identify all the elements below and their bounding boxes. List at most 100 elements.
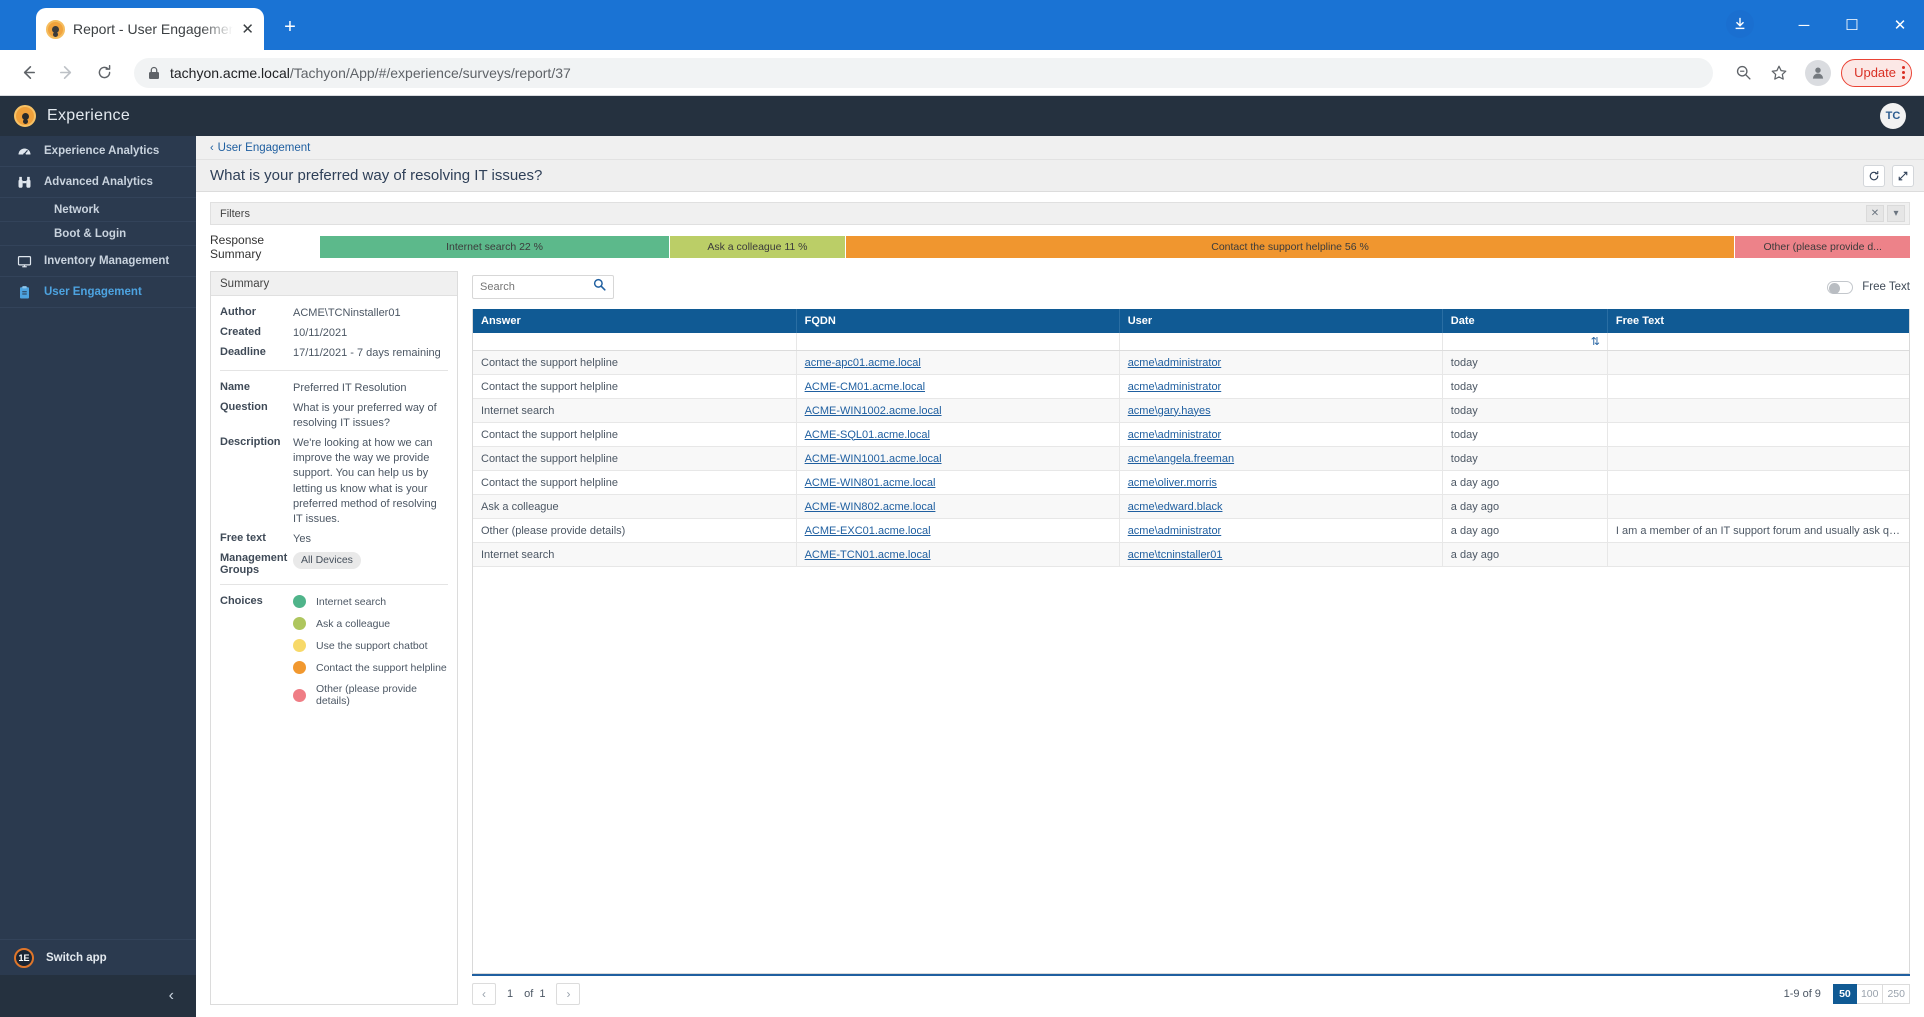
expand-icon[interactable]: [1892, 164, 1914, 187]
response-segment[interactable]: Internet search 22 %: [320, 236, 671, 258]
sidebar-item-experience-analytics[interactable]: Experience Analytics: [0, 136, 196, 167]
user-avatar[interactable]: TC: [1880, 103, 1906, 129]
table-cell-answer: Contact the support helpline: [473, 374, 797, 399]
sidebar-item-label: Experience Analytics: [44, 145, 160, 157]
sidebar-item-boot-and-login[interactable]: Boot & Login: [0, 222, 196, 246]
table-row[interactable]: Contact the support helpline ACME-SQL01.a…: [473, 422, 1909, 447]
table-row[interactable]: Other (please provide details) ACME-EXC01…: [473, 518, 1909, 543]
free-text-toggle[interactable]: [1827, 280, 1854, 294]
zoom-out-icon[interactable]: [1727, 57, 1759, 89]
table-column-header[interactable]: User: [1119, 309, 1443, 333]
user-link[interactable]: acme\edward.black: [1128, 501, 1223, 513]
table-cell-free-text: [1607, 446, 1909, 471]
breadcrumb[interactable]: ‹ User Engagement: [196, 136, 1924, 160]
user-link[interactable]: acme\tcninstaller01: [1128, 549, 1223, 561]
fqdn-link[interactable]: ACME-WIN1001.acme.local: [805, 453, 942, 465]
table-column-header[interactable]: Answer: [473, 309, 797, 333]
chrome-profile-avatar[interactable]: [1805, 59, 1832, 86]
user-link[interactable]: acme\angela.freeman: [1128, 453, 1234, 465]
switch-app-button[interactable]: 1E Switch app: [0, 939, 196, 975]
chevron-down-icon[interactable]: ▾: [1887, 205, 1905, 222]
application-root: Experience Experience Analytics Advanced…: [0, 96, 1924, 1017]
table-row[interactable]: Ask a colleague ACME-WIN802.acme.local acm…: [473, 494, 1909, 519]
close-tab-icon[interactable]: ✕: [241, 22, 254, 37]
sidebar-item-advanced-analytics[interactable]: Advanced Analytics: [0, 167, 196, 198]
bookmark-star-icon[interactable]: [1763, 57, 1795, 89]
table-filter-cell[interactable]: [473, 333, 797, 351]
fqdn-link[interactable]: acme-apc01.acme.local: [805, 357, 921, 369]
page-of-label: of: [524, 988, 534, 1000]
fqdn-link[interactable]: ACME-WIN1002.acme.local: [805, 405, 942, 417]
address-bar[interactable]: tachyon.acme.local/Tachyon/App/#/experie…: [134, 57, 1714, 88]
table-filter-cell[interactable]: ⇅: [1442, 333, 1608, 351]
download-icon[interactable]: [1726, 10, 1754, 38]
chrome-menu-icon[interactable]: [1902, 66, 1905, 79]
table-cell-answer: Other (please provide details): [473, 518, 797, 543]
table-row[interactable]: Contact the support helpline ACME-CM01.ac…: [473, 374, 1909, 399]
sidebar: Experience Experience Analytics Advanced…: [0, 96, 196, 1017]
fqdn-link[interactable]: ACME-WIN801.acme.local: [805, 477, 936, 489]
table-cell-answer: Internet search: [473, 398, 797, 423]
search-box[interactable]: [472, 275, 614, 299]
reload-icon[interactable]: [88, 57, 120, 89]
next-page-button[interactable]: ›: [556, 983, 581, 1005]
table-cell-fqdn: ACME-TCN01.acme.local: [796, 542, 1120, 567]
sidebar-item-user-engagement[interactable]: User Engagement: [0, 277, 196, 308]
table-row[interactable]: Contact the support helpline ACME-WIN1001…: [473, 446, 1909, 471]
table-column-header[interactable]: Date: [1442, 309, 1608, 333]
table-row[interactable]: Contact the support helpline ACME-WIN801.…: [473, 470, 1909, 495]
table-column-header[interactable]: FQDN: [796, 309, 1120, 333]
table-filter-cell[interactable]: [1119, 333, 1443, 351]
table-row[interactable]: Internet search ACME-TCN01.acme.local acme…: [473, 542, 1909, 567]
table-row[interactable]: Internet search ACME-WIN1002.acme.local ac…: [473, 398, 1909, 423]
page-size-option[interactable]: 250: [1883, 984, 1910, 1004]
browser-toolbar: tachyon.acme.local/Tachyon/App/#/experie…: [0, 50, 1924, 96]
browser-tab[interactable]: Report - User Engagement - Exp ✕: [36, 8, 264, 50]
sidebar-item-network[interactable]: Network: [0, 198, 196, 222]
fqdn-link[interactable]: ACME-CM01.acme.local: [805, 381, 925, 393]
page-size-option[interactable]: 50: [1832, 984, 1857, 1004]
fqdn-link[interactable]: ACME-TCN01.acme.local: [805, 549, 931, 561]
window-close-button[interactable]: ✕: [1876, 0, 1924, 50]
user-link[interactable]: acme\administrator: [1128, 381, 1222, 393]
sidebar-item-inventory-management[interactable]: Inventory Management: [0, 246, 196, 277]
table-row[interactable]: Contact the support helpline acme-apc01.a…: [473, 350, 1909, 375]
new-tab-button[interactable]: +: [278, 16, 302, 40]
response-summary-label: Response Summary: [210, 233, 265, 261]
forward-icon[interactable]: [50, 57, 82, 89]
window-minimize-button[interactable]: ─: [1780, 0, 1828, 50]
user-link[interactable]: acme\administrator: [1128, 429, 1222, 441]
table-cell-user: acme\angela.freeman: [1119, 446, 1443, 471]
refresh-icon[interactable]: [1863, 164, 1885, 187]
search-icon[interactable]: [593, 278, 606, 296]
current-page[interactable]: 1: [507, 988, 513, 1000]
search-input[interactable]: [480, 281, 585, 293]
user-link[interactable]: acme\gary.hayes: [1128, 405, 1211, 417]
sort-icon[interactable]: ⇅: [1591, 335, 1600, 348]
table-filter-cell[interactable]: [796, 333, 1120, 351]
response-segment[interactable]: Other (please provide d...: [1735, 236, 1910, 258]
table-filter-cell[interactable]: [1607, 333, 1909, 351]
user-link[interactable]: acme\administrator: [1128, 357, 1222, 369]
summary-row-key: Author: [220, 306, 257, 318]
back-icon[interactable]: [12, 57, 44, 89]
user-link[interactable]: acme\oliver.morris: [1128, 477, 1217, 489]
sidebar-collapse-button[interactable]: ‹: [0, 975, 196, 1017]
update-button[interactable]: Update: [1841, 58, 1912, 87]
response-segment[interactable]: Ask a colleague 11 %: [670, 236, 846, 258]
page-size-option[interactable]: 100: [1856, 984, 1884, 1004]
clear-filters-icon[interactable]: ✕: [1866, 205, 1884, 222]
fqdn-link[interactable]: ACME-WIN802.acme.local: [805, 501, 936, 513]
fqdn-link[interactable]: ACME-EXC01.acme.local: [805, 525, 931, 537]
table-cell-date: today: [1442, 350, 1608, 375]
table-filter-row[interactable]: ⇅: [473, 333, 1909, 351]
table-column-header[interactable]: Free Text: [1607, 309, 1909, 333]
window-maximize-button[interactable]: ☐: [1828, 0, 1876, 50]
user-link[interactable]: acme\administrator: [1128, 525, 1222, 537]
response-segment[interactable]: Contact the support helpline 56 %: [845, 236, 1736, 258]
prev-page-button[interactable]: ‹: [472, 983, 496, 1005]
summary-row-value: 10/11/2021: [293, 327, 348, 340]
table-cell-free-text: [1607, 398, 1909, 423]
choice-label: Internet search: [316, 595, 387, 608]
fqdn-link[interactable]: ACME-SQL01.acme.local: [805, 429, 930, 441]
